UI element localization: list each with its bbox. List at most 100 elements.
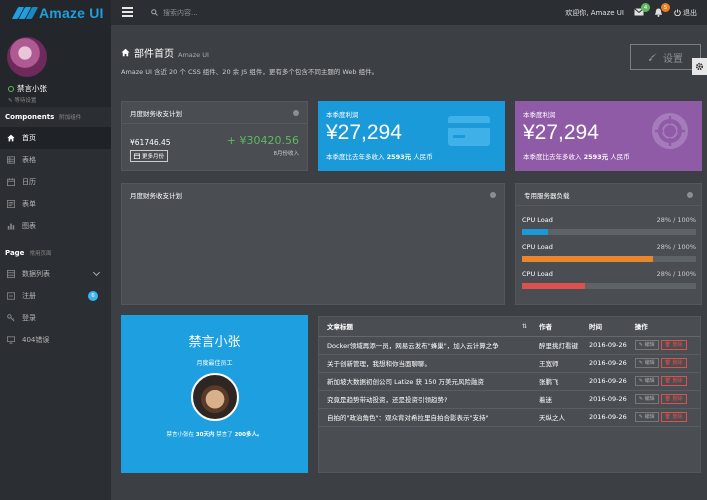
server-load-panel: 专用服务器负载 CPU Load 28% / 100% CPU Load 28% / … (515, 183, 702, 305)
stat-label: 本季度利润 (523, 111, 556, 119)
progress-fill (522, 283, 585, 289)
monitor-icon (7, 336, 15, 344)
column-author-header[interactable]: 作者 (531, 317, 581, 337)
sidebar-item-calendar[interactable]: 日历 (0, 171, 111, 193)
articles-table-panel: 文章标题 ⇅ 作者 时间 操作 Docker领域再添一员，网易云发布"蜂巢"，加入… (318, 316, 701, 473)
sidebar-item-register[interactable]: 注册 6 (0, 285, 111, 307)
lifebuoy-icon (652, 113, 688, 149)
sidebar-item-form[interactable]: 表单 (0, 193, 111, 215)
cpu-load-label: CPU Load 28% / 100% (522, 243, 696, 251)
table-row: 自拍的"政治角色"：观众背对希拉里自拍合影表示"支持" 天纵之人 2016-09-2… (319, 408, 700, 427)
sidebar-item-table[interactable]: 表格 (0, 149, 111, 171)
sidebar-item-login[interactable]: 登录 (0, 307, 111, 329)
form-icon (7, 200, 15, 208)
delete-button[interactable]: 🗑 删除 (660, 358, 687, 368)
finance-panel-header: 月度财务收支计划 (122, 102, 307, 124)
article-date: 2016-09-26 (581, 336, 627, 355)
article-author: 天纵之人 (531, 408, 581, 427)
stat-label: 本季度利润 (326, 111, 359, 119)
avatar[interactable] (7, 37, 47, 77)
cpu-load-label: CPU Load 28% / 100% (522, 216, 696, 224)
logo[interactable]: Amaze UI (0, 0, 111, 25)
sidebar-item-label: 404错误 (22, 336, 50, 344)
chevron-down-icon[interactable] (92, 268, 101, 277)
mail-badge: 4 (641, 3, 650, 12)
logout-button[interactable]: 退出 (674, 8, 697, 18)
close-icon[interactable] (687, 192, 693, 198)
sidebar-item-data-list[interactable]: 数据列表 (0, 263, 111, 285)
page-section-name: Page (5, 249, 25, 257)
profile-status-text: 等待设置 (14, 98, 37, 104)
column-title-header[interactable]: 文章标题 ⇅ (319, 317, 531, 337)
logo-text: Amaze UI (39, 4, 104, 21)
delete-button[interactable]: 🗑 删除 (660, 340, 687, 350)
delete-button[interactable]: 🗑 删除 (660, 394, 687, 404)
finance-amount-right: + ¥30420.56 (226, 134, 299, 147)
article-title[interactable]: Docker领域再添一员，网易云发布"蜂巢"，加入云计算之争 (319, 336, 531, 355)
article-actions: ✎ 编辑 🗑 删除 (626, 408, 700, 427)
credit-card-icon (448, 116, 490, 146)
cpu-load-row: CPU Load 28% / 100% (522, 243, 696, 262)
page-section-subtitle: 常用页面 (29, 251, 52, 257)
key-icon (7, 314, 15, 322)
table-row: 新加坡大数据初创公司 Latize 获 150 万美元风险融资 张鹏飞 2016-0… (319, 372, 700, 391)
article-title[interactable]: 新加坡大数据初创公司 Latize 获 150 万美元风险融资 (319, 372, 531, 391)
progress-fill (522, 229, 549, 235)
edit-button[interactable]: ✎ 编辑 (634, 376, 659, 386)
article-title[interactable]: 关于创新管理，我想和你当面聊聊。 (319, 354, 531, 373)
article-author: 着迷 (531, 390, 581, 409)
close-icon[interactable] (293, 110, 299, 116)
delete-button[interactable]: 🗑 删除 (660, 376, 687, 386)
profile-name[interactable]: 禁言小张 (8, 83, 47, 94)
profit-card-blue: 本季度利润 ¥27,294 本季度比去年多收入 2593元 人民币 (318, 101, 505, 171)
sidebar-item-label: 首页 (22, 134, 36, 142)
list-icon (7, 270, 15, 278)
cpu-load-name: CPU Load (522, 243, 553, 251)
edit-button[interactable]: ✎ 编辑 (634, 394, 659, 404)
sidebar-item-home[interactable]: 首页 (0, 127, 111, 149)
progress-track (522, 256, 696, 262)
cpu-load-value: 28% / 100% (656, 216, 696, 224)
more-months-button[interactable]: 更多月份 (130, 150, 169, 162)
sort-icon[interactable]: ⇅ (522, 323, 527, 330)
cpu-load-value: 28% / 100% (656, 243, 696, 251)
edit-button[interactable]: ✎ 编辑 (634, 358, 659, 368)
table-header-row: 文章标题 ⇅ 作者 时间 操作 (319, 317, 700, 337)
sidebar-item-404[interactable]: 404错误 (0, 329, 111, 351)
search-input[interactable] (163, 8, 313, 17)
sidebar-profile: 禁言小张 ✎ 等待设置 (0, 25, 111, 107)
progress-fill (522, 256, 653, 262)
column-date-header[interactable]: 时间 (581, 317, 627, 337)
article-author: 王宽师 (531, 354, 581, 373)
profit-card-purple: 本季度利润 ¥27,294 本季度比去年多收入 2593元 人民币 (515, 101, 702, 171)
finance-amount-left: ¥61746.45 (130, 138, 171, 147)
server-load-header: 专用服务器负载 (516, 184, 701, 206)
delete-button[interactable]: 🗑 删除 (660, 412, 687, 422)
employee-name: 禁言小张 (188, 335, 241, 350)
edit-button[interactable]: ✎ 编辑 (634, 340, 659, 350)
settings-button[interactable]: 设置 (630, 44, 701, 70)
more-months-label: 更多月份 (142, 154, 165, 160)
theme-settings-toggle[interactable] (692, 58, 707, 75)
menu-toggle-icon[interactable] (122, 7, 133, 17)
top-bar: Amaze UI 欢迎你, Amaze UI 4 5 退出 (0, 0, 707, 25)
plan-panel-header: 月度财务收支计划 (122, 184, 504, 206)
power-icon (674, 9, 681, 16)
article-actions: ✎ 编辑 🗑 删除 (626, 372, 700, 391)
table-row: Docker领域再添一员，网易云发布"蜂巢"，加入云计算之争 醉里挑灯看键 2016… (319, 336, 700, 355)
article-title[interactable]: 究竟是趋势带动投资，还是投资引领趋势? (319, 390, 531, 409)
article-title[interactable]: 自拍的"政治角色"：观众背对希拉里自拍合影表示"支持" (319, 408, 531, 427)
profile-status[interactable]: ✎ 等待设置 (8, 96, 36, 104)
edit-button[interactable]: ✎ 编辑 (634, 412, 659, 422)
welcome-text: 欢迎你, Amaze UI (565, 8, 624, 17)
notification-button[interactable]: 5 (654, 3, 670, 17)
article-actions: ✎ 编辑 🗑 删除 (626, 354, 700, 373)
close-icon[interactable] (490, 192, 496, 198)
sidebar-item-chart[interactable]: 图表 (0, 215, 111, 237)
mail-button[interactable]: 4 (634, 3, 650, 17)
home-icon (121, 48, 130, 57)
calendar-icon (7, 178, 15, 186)
calendar-icon (134, 153, 140, 159)
articles-table: 文章标题 ⇅ 作者 时间 操作 Docker领域再添一员，网易云发布"蜂巢"，加入… (319, 317, 700, 427)
sidebar: 禁言小张 ✎ 等待设置 Components 附加组件 首页 表格 日历 表单 … (0, 25, 111, 500)
